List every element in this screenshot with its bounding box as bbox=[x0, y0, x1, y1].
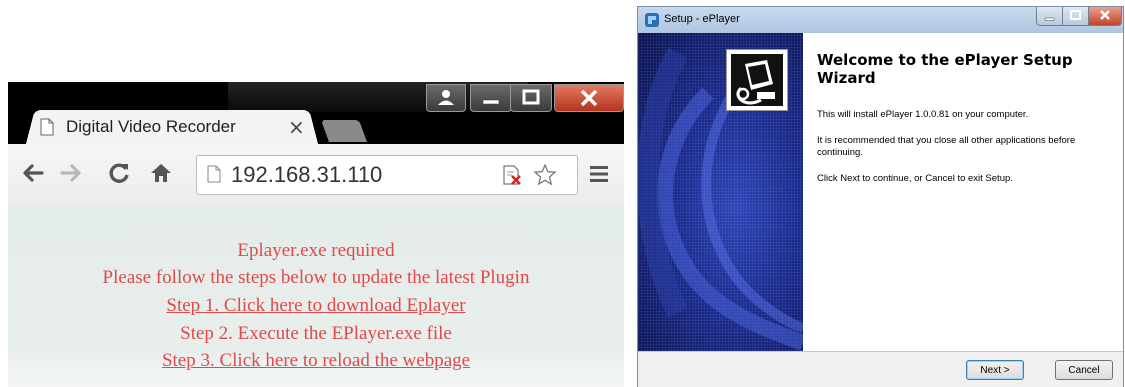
user-icon bbox=[438, 90, 454, 105]
menu-icon[interactable] bbox=[588, 164, 610, 184]
close-icon bbox=[1100, 10, 1110, 20]
instructions-text: Please follow the steps below to update … bbox=[102, 267, 530, 288]
setup-app-icon bbox=[645, 13, 659, 27]
address-bar[interactable] bbox=[196, 155, 578, 195]
download-eplayer-link[interactable]: Step 1. Click here to download Eplayer bbox=[8, 295, 624, 317]
wizard-close-button[interactable] bbox=[1088, 7, 1122, 26]
wizard-minimize-button[interactable] bbox=[1036, 7, 1063, 26]
browser-toolbar bbox=[8, 144, 624, 207]
maximize-icon bbox=[522, 89, 540, 105]
reload-icon[interactable] bbox=[106, 160, 132, 186]
wizard-footer: Next > Cancel bbox=[638, 351, 1123, 387]
continue-instructions-text: Click Next to continue, or Cancel to exi… bbox=[817, 173, 1013, 184]
recommendation-text: It is recommended that you close all oth… bbox=[817, 135, 1076, 158]
url-input[interactable] bbox=[231, 160, 501, 190]
wizard-main-panel: Welcome to the ePlayer Setup Wizard This… bbox=[803, 33, 1123, 351]
browser-window: Digital Video Recorder × 192.168.31.110 … bbox=[8, 82, 624, 387]
page-icon bbox=[207, 165, 221, 183]
browser-titlebar: Digital Video Recorder × bbox=[8, 82, 624, 144]
blocked-plugin-icon[interactable] bbox=[501, 164, 525, 186]
reload-webpage-link[interactable]: Step 3. Click here to reload the webpage bbox=[8, 350, 624, 372]
install-info-text: This will install ePlayer 1.0.0.81 on yo… bbox=[817, 109, 1029, 120]
forward-arrow-icon[interactable] bbox=[58, 160, 84, 186]
cancel-button[interactable]: Cancel bbox=[1055, 360, 1113, 380]
tab-title: Digital Video Recorder bbox=[66, 117, 236, 136]
next-button[interactable]: Next > bbox=[966, 360, 1024, 380]
new-tab-button[interactable] bbox=[320, 120, 368, 142]
back-arrow-icon[interactable] bbox=[20, 160, 46, 186]
tab-close-button[interactable]: × bbox=[288, 115, 305, 139]
maximize-icon bbox=[1070, 10, 1081, 20]
minimize-button[interactable] bbox=[470, 84, 512, 112]
home-icon[interactable] bbox=[148, 160, 174, 186]
page-content: Eplayer.exe required Please follow the s… bbox=[8, 206, 624, 387]
wizard-maximize-button[interactable] bbox=[1062, 7, 1089, 26]
star-icon[interactable] bbox=[533, 163, 557, 187]
wizard-titlebar: Setup - ePlayer bbox=[638, 7, 1123, 33]
wizard-title: Setup - ePlayer bbox=[664, 13, 740, 25]
close-button[interactable] bbox=[554, 84, 624, 112]
minimize-icon bbox=[482, 99, 500, 105]
minimize-icon bbox=[1044, 17, 1055, 21]
wizard-banner-image bbox=[638, 33, 803, 351]
user-button[interactable] bbox=[426, 84, 466, 112]
execute-step-text: Step 2. Execute the EPlayer.exe file bbox=[180, 323, 452, 344]
setup-computer-icon bbox=[726, 49, 788, 111]
maximize-button[interactable] bbox=[510, 84, 552, 112]
wizard-heading: Welcome to the ePlayer Setup Wizard bbox=[817, 51, 1073, 87]
plugin-required-text: Eplayer.exe required bbox=[237, 240, 395, 261]
setup-wizard-window: Setup - ePlayer Welcome to the ePlayer S… bbox=[637, 6, 1124, 387]
page-icon bbox=[40, 118, 54, 136]
close-icon bbox=[580, 89, 598, 107]
tab-content: Digital Video Recorder × bbox=[36, 112, 316, 144]
